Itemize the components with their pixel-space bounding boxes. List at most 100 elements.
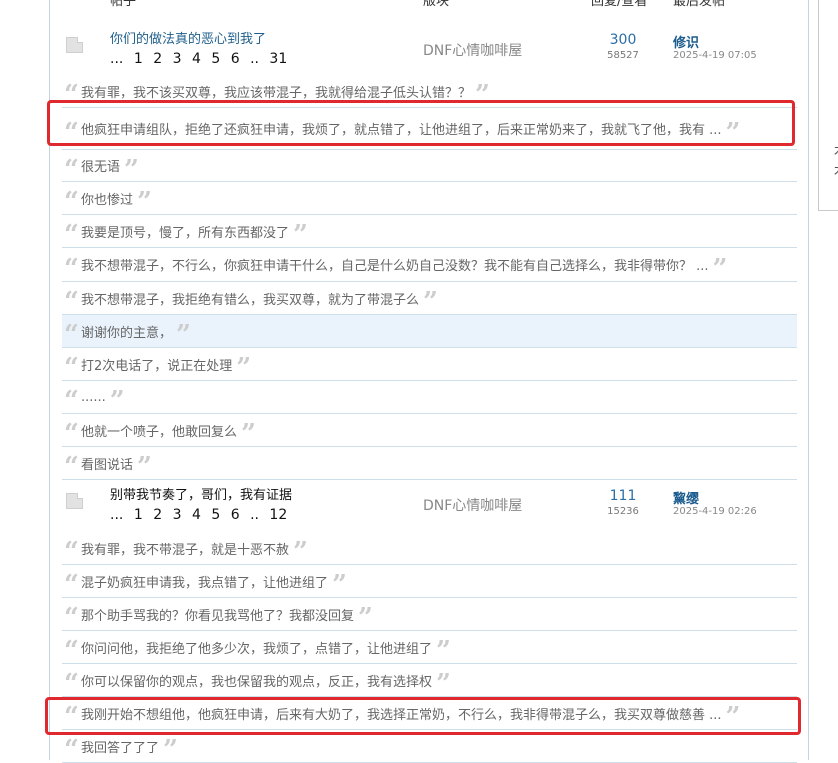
reply-preview-row[interactable]: “我有罪，我不带混子，就是十恶不赦” (62, 532, 797, 565)
pager-link-6[interactable]: 6 (231, 507, 240, 523)
thread-forum-link[interactable]: DNF心情咖啡屋 (423, 495, 522, 515)
thread-title-link[interactable]: 别带我节奏了，哥们，我有证据 (110, 484, 292, 503)
reply-preview-row[interactable]: “我不想带混子，我拒绝有错么，我买双尊，就为了带混子么” (62, 282, 797, 315)
close-quote-icon: ” (712, 255, 728, 274)
last-poster-link[interactable]: 黧缨 (673, 488, 699, 507)
open-quote-icon: “ (64, 737, 79, 755)
reply-preview-row[interactable]: “我要是顶号，慢了，所有东西都没了” (62, 215, 797, 248)
reply-preview-text: 我要是顶号，慢了，所有东西都没了 (80, 225, 289, 241)
reply-preview-row[interactable]: “你问问他，我拒绝了他多少次，我烦了，点错了，让他进组了” (62, 631, 797, 664)
close-quote-icon: ” (435, 638, 451, 656)
open-quote-icon: “ (64, 454, 79, 472)
reply-preview-text: 他就一个喷子，他敢回复么 (80, 424, 237, 440)
last-post-time: 2025-4-19 07:05 (673, 50, 757, 61)
pager-link-last[interactable]: 12 (269, 507, 287, 523)
pager-link-6[interactable]: 6 (231, 51, 240, 67)
close-quote-icon: ” (162, 737, 178, 755)
reply-preview-text: ...... (80, 389, 106, 405)
open-quote-icon: “ (64, 605, 79, 623)
reply-preview-row[interactable]: “很无语” (62, 150, 797, 182)
open-quote-icon: “ (64, 82, 79, 100)
thread-title-link[interactable]: 你们的做法真的恶心到我了 (110, 28, 266, 47)
last-post-time: 2025-4-19 02:26 (673, 506, 757, 517)
close-quote-icon: ” (175, 322, 191, 340)
reply-preview-text: 谢谢你的主意， (80, 325, 172, 341)
close-quote-icon: ” (123, 156, 139, 175)
pager-link-3[interactable]: 3 (173, 507, 182, 523)
reply-preview-row[interactable]: “谢谢你的主意，” (62, 315, 797, 348)
pager-link-1[interactable]: 1 (134, 507, 143, 523)
open-quote-icon: “ (64, 388, 79, 406)
view-count: 58527 (607, 50, 639, 61)
reply-count[interactable]: 300 (590, 32, 656, 48)
reply-preview-text: 我有罪，我不该买双尊，我应该带混子，我就得给混子低头认错？？ (80, 85, 471, 101)
reply-preview-text: 很无语 (80, 160, 120, 175)
pager-ellipsis: ... (110, 51, 124, 67)
column-header-forum: 版块 (423, 0, 450, 9)
reply-preview-text: 混子奶疯狂申请我，我点错了，让他进组了 (80, 575, 328, 591)
open-quote-icon: “ (64, 421, 79, 439)
column-header-replies: 回复/查看 (591, 0, 648, 9)
reply-preview-text: 你问问他，我拒绝了他多少次，我烦了，点错了，让他进组了 (80, 641, 432, 657)
close-quote-icon: ” (236, 355, 252, 373)
view-count: 15236 (607, 506, 639, 517)
close-quote-icon: ” (435, 671, 451, 689)
pager-link-4[interactable]: 4 (192, 51, 201, 67)
close-quote-icon: ” (109, 388, 125, 406)
reply-preview-text: 你也惨过 (80, 192, 133, 208)
reply-preview-row[interactable]: “你可以保留你的观点，我也保留我的观点，反正，我有选择权” (62, 664, 797, 697)
pager-link-5[interactable]: 5 (211, 507, 220, 523)
reply-preview-text: 我不想带混子，不行么，你疯狂申请干什么，自己是什么奶自己没数？我不能有自己选择么… (80, 259, 709, 274)
open-quote-icon: “ (64, 671, 79, 689)
thread-forum-link[interactable]: DNF心情咖啡屋 (423, 40, 522, 60)
close-quote-icon: ” (136, 189, 152, 207)
pager-ellipsis: .. (250, 51, 259, 67)
open-quote-icon: “ (64, 539, 79, 557)
reply-preview-row[interactable]: “......” (62, 381, 797, 414)
reply-preview-row[interactable]: “打2次电话了，说正在处理” (62, 348, 797, 381)
reply-preview-row[interactable]: “那个助手骂我的？你看见我骂他了？我都没回复” (62, 598, 797, 631)
open-quote-icon: “ (64, 322, 79, 340)
reply-preview-text: 我回答了了了 (80, 740, 159, 756)
close-quote-icon: ” (422, 289, 438, 307)
open-quote-icon: “ (64, 156, 79, 175)
close-quote-icon: ” (292, 539, 308, 557)
side-widget-text: 木 (834, 140, 838, 159)
reply-count[interactable]: 111 (590, 488, 656, 504)
thread-document-icon (66, 493, 83, 509)
reply-preview-row[interactable]: “我不想带混子，不行么，你疯狂申请干什么，自己是什么奶自己没数？我不能有自己选择… (62, 248, 797, 282)
thread-document-icon (66, 37, 83, 53)
close-quote-icon: ” (331, 572, 347, 590)
pager-link-2[interactable]: 2 (153, 51, 162, 67)
pager-link-1[interactable]: 1 (134, 51, 143, 67)
pager-link-2[interactable]: 2 (153, 507, 162, 523)
close-quote-icon: ” (474, 82, 490, 100)
open-quote-icon: “ (64, 355, 79, 373)
open-quote-icon: “ (64, 222, 79, 240)
pager-ellipsis: ... (110, 507, 124, 523)
open-quote-icon: “ (64, 638, 79, 656)
reply-preview-text: 我有罪，我不带混子，就是十恶不赦 (80, 542, 289, 558)
open-quote-icon: “ (64, 289, 79, 307)
side-widget-text: ⽊ (834, 160, 838, 179)
close-quote-icon: ” (292, 222, 308, 240)
thread-pager: ... 1 2 3 4 5 6 .. 31 (110, 51, 293, 67)
reply-preview-row[interactable]: “你也惨过” (62, 182, 797, 215)
reply-preview-text: 打2次电话了，说正在处理 (80, 358, 233, 374)
reply-preview-text: 你可以保留你的观点，我也保留我的观点，反正，我有选择权 (80, 674, 432, 690)
pager-link-5[interactable]: 5 (211, 51, 220, 67)
last-poster-link[interactable]: 修识 (673, 32, 699, 51)
pager-link-3[interactable]: 3 (173, 51, 182, 67)
pager-link-4[interactable]: 4 (192, 507, 201, 523)
highlight-annotation-box (47, 100, 795, 146)
reply-preview-text: 那个助手骂我的？你看见我骂他了？我都没回复 (80, 608, 354, 624)
reply-preview-row[interactable]: “混子奶疯狂申请我，我点错了，让他进组了” (62, 565, 797, 598)
open-quote-icon: “ (64, 189, 79, 207)
side-widget: 木 ⽊ (818, 0, 838, 211)
reply-preview-text: 我不想带混子，我拒绝有错么，我买双尊，就为了带混子么 (80, 292, 419, 308)
column-header-last-post: 最后发帖 (673, 0, 726, 9)
close-quote-icon: ” (357, 605, 373, 623)
reply-preview-row[interactable]: “他就一个喷子，他敢回复么” (62, 414, 797, 447)
close-quote-icon: ” (136, 454, 152, 472)
pager-link-last[interactable]: 31 (269, 51, 287, 67)
